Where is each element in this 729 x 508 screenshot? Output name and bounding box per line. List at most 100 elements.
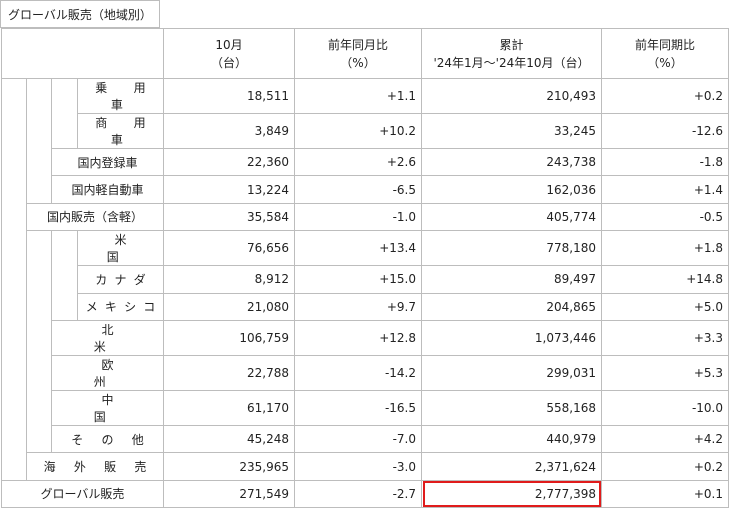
indent-cell xyxy=(1,203,27,231)
header-blank xyxy=(1,28,164,79)
header-cumulative-yoy-l2: （%） xyxy=(647,55,683,70)
cumulative-yoy: -1.8 xyxy=(601,147,729,177)
indent-cell xyxy=(26,355,52,391)
cumulative-yoy: +14.8 xyxy=(601,265,729,294)
cumulative-units: 204,865 xyxy=(421,292,602,321)
header-month-yoy-l2: （%） xyxy=(340,55,376,70)
indent-cell xyxy=(26,390,52,426)
month-yoy: +15.0 xyxy=(294,265,422,294)
indent-cell xyxy=(1,425,27,453)
month-units: 22,360 xyxy=(163,147,295,177)
header-cumulative: 累計 '24年1月〜'24年10月（台） xyxy=(421,28,602,79)
cumulative-units: 299,031 xyxy=(421,354,602,391)
month-yoy: -16.5 xyxy=(294,389,422,426)
month-yoy: +13.4 xyxy=(294,230,422,267)
cumulative-units: 405,774 xyxy=(421,202,602,232)
header-cumulative-l2: '24年1月〜'24年10月（台） xyxy=(433,55,590,70)
cumulative-yoy: -12.6 xyxy=(601,113,729,149)
row-label: カナダ xyxy=(77,265,164,294)
month-units: 21,080 xyxy=(163,292,295,321)
header-cumulative-yoy: 前年同期比 （%） xyxy=(601,28,729,79)
indent-cell xyxy=(1,293,27,321)
cumulative-yoy: +3.3 xyxy=(601,319,729,356)
table-row: 国内販売（含軽） 35,584 -1.0 405,774 -0.5 xyxy=(1,202,729,232)
cumulative-units: 210,493 xyxy=(421,78,602,114)
row-label: グローバル販売 xyxy=(1,479,164,508)
indent-cell xyxy=(26,113,52,149)
month-yoy: -2.7 xyxy=(294,479,422,508)
cumulative-yoy: +0.2 xyxy=(601,78,729,114)
indent-cell xyxy=(1,230,27,266)
cumulative-yoy: +1.4 xyxy=(601,175,729,204)
month-yoy: +2.6 xyxy=(294,147,422,177)
cumulative-units: 89,497 xyxy=(421,265,602,294)
cumulative-units: 243,738 xyxy=(421,147,602,177)
cumulative-yoy: +0.1 xyxy=(601,479,729,508)
indent-cell xyxy=(1,355,27,391)
month-yoy: -1.0 xyxy=(294,202,422,232)
month-yoy: -14.2 xyxy=(294,354,422,391)
header-cumulative-l1: 累計 xyxy=(499,37,524,52)
month-yoy: +10.2 xyxy=(294,113,422,149)
indent-cell xyxy=(1,113,27,149)
cumulative-yoy: +5.0 xyxy=(601,292,729,321)
header-row: 10月 （台） 前年同月比 （%） 累計 '24年1月〜'24年10月（台） 前… xyxy=(1,28,729,79)
table-row: 乗 用 車 18,511 +1.1 210,493 +0.2 xyxy=(1,78,729,114)
indent-cell xyxy=(26,230,52,266)
month-units: 18,511 xyxy=(163,78,295,114)
indent-cell xyxy=(26,175,52,204)
cumulative-units-highlighted: 2,777,398 xyxy=(421,479,602,508)
table-row: 米 国 76,656 +13.4 778,180 +1.8 xyxy=(1,230,729,267)
table-row: 欧 州 22,788 -14.2 299,031 +5.3 xyxy=(1,354,729,391)
indent-cell xyxy=(51,78,78,114)
month-units: 8,912 xyxy=(163,265,295,294)
table-row: 北 米 106,759 +12.8 1,073,446 +3.3 xyxy=(1,319,729,356)
indent-cell xyxy=(1,148,27,176)
indent-cell xyxy=(26,148,52,176)
cumulative-units: 558,168 xyxy=(421,389,602,426)
cumulative-units: 33,245 xyxy=(421,113,602,149)
month-units: 271,549 xyxy=(163,479,295,508)
indent-cell xyxy=(1,320,27,356)
month-units: 35,584 xyxy=(163,202,295,232)
indent-cell xyxy=(26,78,52,114)
month-yoy: -6.5 xyxy=(294,175,422,204)
month-yoy: +1.1 xyxy=(294,78,422,114)
global-sales-table: 10月 （台） 前年同月比 （%） 累計 '24年1月〜'24年10月（台） 前… xyxy=(1,28,729,508)
indent-cell xyxy=(26,293,52,321)
table-row: そ の 他 45,248 -7.0 440,979 +4.2 xyxy=(1,424,729,454)
table-row: グローバル販売 271,549 -2.7 2,777,398 +0.1 xyxy=(1,479,729,508)
table-row: カナダ 8,912 +15.0 89,497 +14.8 xyxy=(1,265,729,294)
header-month-l2: （台） xyxy=(210,55,247,70)
cumulative-yoy: -0.5 xyxy=(601,202,729,232)
indent-cell xyxy=(26,320,52,356)
indent-cell xyxy=(51,230,78,266)
row-label: 国内販売（含軽） xyxy=(26,202,164,232)
header-month-yoy: 前年同月比 （%） xyxy=(294,28,422,79)
row-label: そ の 他 xyxy=(51,424,164,454)
indent-cell xyxy=(1,78,27,114)
indent-cell xyxy=(26,265,52,294)
cumulative-yoy: +4.2 xyxy=(601,424,729,454)
row-label: 国内登録車 xyxy=(51,147,164,177)
table-row: 国内登録車 22,360 +2.6 243,738 -1.8 xyxy=(1,147,729,177)
cumulative-units: 162,036 xyxy=(421,175,602,204)
row-label: メキシコ xyxy=(77,292,164,321)
indent-cell xyxy=(51,265,78,294)
header-cumulative-yoy-l1: 前年同期比 xyxy=(634,37,695,52)
month-units: 45,248 xyxy=(163,424,295,454)
indent-cell xyxy=(1,390,27,426)
row-label: 国内軽自動車 xyxy=(51,175,164,204)
cumulative-yoy: -10.0 xyxy=(601,389,729,426)
row-label: 北 米 xyxy=(51,319,169,356)
month-yoy: +12.8 xyxy=(294,319,422,356)
row-label: 商 用 車 xyxy=(77,113,165,149)
row-label: 欧 州 xyxy=(51,354,169,391)
header-month-yoy-l1: 前年同月比 xyxy=(327,37,388,52)
month-units: 3,849 xyxy=(163,113,295,149)
cumulative-units: 1,073,446 xyxy=(421,319,602,356)
indent-cell xyxy=(51,113,78,149)
row-label: 中 国 xyxy=(51,389,169,426)
month-units: 13,224 xyxy=(163,175,295,204)
month-yoy: -7.0 xyxy=(294,424,422,454)
